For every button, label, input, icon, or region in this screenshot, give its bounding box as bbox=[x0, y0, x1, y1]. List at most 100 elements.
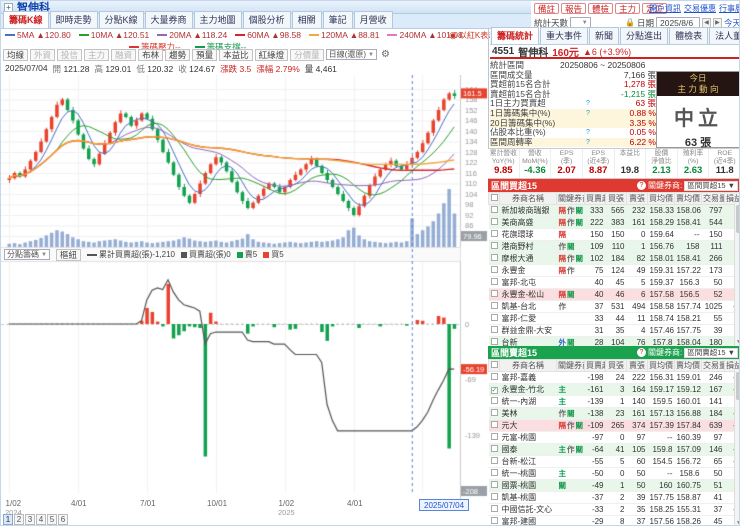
sell-table-filter-select[interactable]: 區間賣超15 ▼ bbox=[684, 347, 738, 358]
main-tab-8[interactable]: 月營收 bbox=[353, 11, 393, 28]
row-checkbox[interactable] bbox=[490, 409, 498, 416]
sell-table-row[interactable]: 統一-內湖主-1391140159.5160.011410 bbox=[488, 395, 739, 408]
row-checkbox[interactable] bbox=[490, 206, 498, 213]
buy-table-row[interactable]: 富邦-仁愛334411158.74158.21554 bbox=[488, 312, 739, 325]
broker-name[interactable]: 富邦-嘉義 bbox=[499, 371, 557, 384]
sell-table-row[interactable]: 富邦-嘉義-19824222156.31159.01246-14 bbox=[488, 371, 739, 384]
row-checkbox[interactable] bbox=[490, 326, 498, 333]
broker-name[interactable]: 永豐金 bbox=[499, 264, 557, 277]
main-tab-4[interactable]: 主力地圖 bbox=[193, 11, 242, 28]
buy-table-row[interactable]: 永豐金隔作7512449159.31157.22173-3 bbox=[488, 264, 739, 277]
buy-table-row[interactable]: 永豐金-松山隔關40466157.58156.5529 bbox=[488, 288, 739, 301]
row-checkbox[interactable] bbox=[490, 481, 498, 488]
right-tab-4[interactable]: 體檢表 bbox=[669, 27, 709, 44]
broker-name[interactable]: 統一-內湖 bbox=[499, 395, 557, 408]
filter-help-icon[interactable]: ? bbox=[636, 181, 646, 190]
buy-table-filter-select[interactable]: 區間買超15 ▼ bbox=[684, 180, 738, 191]
top-button-0[interactable]: 備註 bbox=[534, 2, 560, 14]
broker-name[interactable]: 新加坡商瑞銀 bbox=[499, 204, 557, 217]
row-checkbox[interactable] bbox=[490, 230, 498, 237]
filter-help-icon[interactable]: ? bbox=[636, 348, 646, 357]
broker-name[interactable]: 富邦-北屯 bbox=[499, 276, 557, 289]
indicator-button-本益比[interactable]: 本益比 bbox=[219, 48, 253, 61]
row-checkbox[interactable] bbox=[490, 493, 498, 500]
page-button-3[interactable]: 3 bbox=[25, 514, 35, 525]
help-icon[interactable]: ? bbox=[586, 138, 594, 148]
column-header[interactable]: 買賣超 bbox=[584, 192, 606, 205]
buy-table-row[interactable]: 新加坡商瑞銀隔作關333565232158.33158.0679750 bbox=[488, 204, 739, 217]
indicator-button-投信[interactable]: 投信 bbox=[57, 48, 83, 61]
page-button-2[interactable]: 2 bbox=[14, 514, 24, 525]
column-header[interactable]: 買賣超 bbox=[584, 359, 606, 372]
sell-table-scrollbar[interactable]: ▲▼ bbox=[734, 370, 739, 525]
period-select[interactable]: 日線(還原) ▼ bbox=[325, 49, 377, 60]
pivot-button[interactable]: 樞紐 bbox=[55, 248, 81, 261]
indicator-button-融資[interactable]: 融資 bbox=[111, 48, 137, 61]
right-tab-5[interactable]: 法人董監 bbox=[709, 27, 739, 44]
buy-table-row[interactable]: 花旗環球隔1501500159.64--1505 bbox=[488, 228, 739, 241]
row-checkbox[interactable] bbox=[490, 505, 498, 512]
buy-table-row[interactable]: 群益金鼎-大安31354157.46157.75398 bbox=[488, 324, 739, 337]
row-checkbox[interactable] bbox=[490, 469, 498, 476]
broker-name[interactable]: 群益金鼎-大安 bbox=[499, 324, 557, 337]
buy-table-row[interactable]: 美商高盛隔作關222383161158.29158.4154444 bbox=[488, 216, 739, 229]
row-checkbox[interactable] bbox=[490, 421, 498, 428]
column-header[interactable]: 關鍵券商 bbox=[556, 192, 585, 205]
top-button-1[interactable]: 報告 bbox=[561, 2, 587, 14]
row-checkbox[interactable] bbox=[490, 517, 498, 524]
row-checkbox[interactable] bbox=[490, 266, 498, 273]
row-checkbox[interactable] bbox=[490, 302, 498, 309]
column-header[interactable]: 交易量 bbox=[701, 192, 725, 205]
indicator-button-布林[interactable]: 布林 bbox=[138, 48, 164, 61]
indicator-button-趨勢[interactable]: 趨勢 bbox=[165, 48, 191, 61]
main-tab-5[interactable]: 個股分析 bbox=[242, 11, 291, 28]
column-header[interactable]: 買張 bbox=[605, 359, 627, 372]
broker-name[interactable]: 凱基-桃園 bbox=[499, 491, 557, 504]
right-tab-3[interactable]: 分點進出 bbox=[620, 27, 669, 44]
column-header[interactable]: 買均價 bbox=[647, 359, 675, 372]
main-tab-0[interactable]: 籌碼K線 bbox=[3, 11, 49, 28]
row-checkbox[interactable] bbox=[490, 254, 498, 261]
broker-name[interactable]: 永豐金-竹北 bbox=[499, 383, 557, 396]
main-tab-3[interactable]: 大量券商 bbox=[144, 11, 193, 28]
sell-table-row[interactable]: 中國信託-文心-33235158.25155.3137-15 bbox=[488, 503, 739, 516]
row-checkbox[interactable] bbox=[490, 314, 498, 321]
main-tab-7[interactable]: 筆記 bbox=[322, 11, 353, 28]
row-checkbox[interactable] bbox=[490, 278, 498, 285]
page-button-1[interactable]: 1 bbox=[3, 514, 13, 525]
main-tab-2[interactable]: 分點K線 bbox=[98, 11, 144, 28]
right-tab-0[interactable]: 籌碼統計 bbox=[491, 27, 540, 44]
broker-name[interactable]: 台新 bbox=[499, 336, 557, 346]
broker-name[interactable]: 永豐金-松山 bbox=[499, 288, 557, 301]
broker-name[interactable]: 凱基-台北 bbox=[499, 300, 557, 313]
help-icon[interactable]: ? bbox=[586, 128, 594, 138]
branch-mode-select[interactable]: 分點籌碼 ▼ bbox=[4, 249, 50, 260]
buy-table-row[interactable]: 凱基-台北作37531494158.58157.741025-36 bbox=[488, 300, 739, 313]
broker-name[interactable]: 國票-桃園 bbox=[499, 479, 557, 492]
broker-name[interactable]: 摩根大通 bbox=[499, 252, 557, 265]
indicator-button-均線[interactable]: 均線 bbox=[3, 48, 29, 61]
broker-name[interactable]: 美林 bbox=[499, 407, 557, 420]
indicator-button-紅綠燈[interactable]: 紅綠燈 bbox=[254, 48, 289, 61]
sell-table-row[interactable]: 國泰主作關-6441105159.8157.09146-30 bbox=[488, 443, 739, 456]
date-prev-button[interactable]: ◀ bbox=[701, 17, 711, 28]
broker-name[interactable]: 元大 bbox=[499, 419, 557, 432]
broker-name[interactable]: 富邦-仁愛 bbox=[499, 312, 557, 325]
buy-table-row[interactable]: 富邦-北屯40455159.37156.3501 bbox=[488, 276, 739, 289]
selected-date-box[interactable]: 2025/07/04 bbox=[419, 499, 470, 511]
top-button-2[interactable]: 體檢 bbox=[588, 2, 614, 14]
row-checkbox[interactable] bbox=[490, 433, 498, 440]
row-checkbox[interactable] bbox=[490, 445, 498, 452]
buy-table-row[interactable]: 港商野村作關1091101156.7615811135 bbox=[488, 240, 739, 253]
row-checkbox[interactable] bbox=[490, 218, 498, 225]
broker-name[interactable]: 港商野村 bbox=[499, 240, 557, 253]
sell-table-row[interactable]: 美林作關-13823161157.13156.88184-44 bbox=[488, 407, 739, 420]
lock-icon[interactable]: 🔒 bbox=[625, 18, 635, 27]
help-icon[interactable]: ? bbox=[586, 99, 594, 109]
row-checkbox[interactable] bbox=[490, 290, 498, 297]
sell-table-row[interactable]: 元大隔作關-109265374157.39157.84639-20 bbox=[488, 419, 739, 432]
row-checkbox[interactable] bbox=[490, 373, 498, 380]
row-checkbox[interactable] bbox=[490, 242, 498, 249]
indicator-button-主力[interactable]: 主力 bbox=[84, 48, 110, 61]
main-tab-1[interactable]: 即時走勢 bbox=[49, 11, 98, 28]
